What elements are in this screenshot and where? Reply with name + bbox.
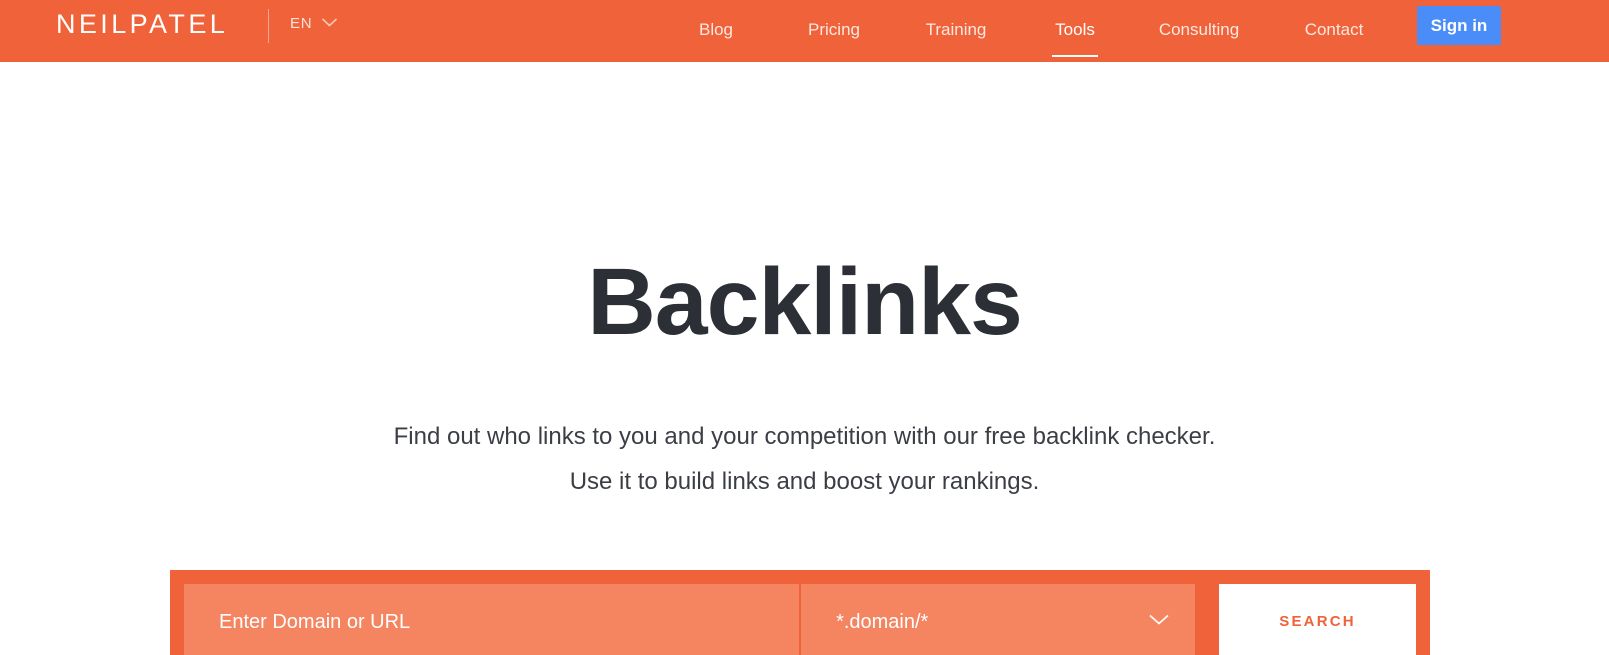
backlink-search-bar: *.domain/* SEARCH	[170, 570, 1430, 655]
nav-item-contact[interactable]: Contact	[1305, 18, 1364, 44]
search-scope-select[interactable]: *.domain/*	[801, 584, 1196, 655]
language-selector[interactable]: EN	[290, 14, 338, 34]
main-navigation: Blog Pricing Training Tools Consulting C…	[660, 0, 1404, 62]
header-divider	[268, 9, 269, 43]
page-title: Backlinks	[587, 249, 1023, 355]
language-label: EN	[290, 15, 313, 32]
nav-slot-blog: Blog	[660, 0, 772, 62]
nav-item-training[interactable]: Training	[926, 18, 987, 44]
page-subtitle: Find out who links to you and your compe…	[0, 414, 1609, 504]
domain-or-url-input[interactable]	[184, 584, 800, 655]
nav-slot-consulting: Consulting	[1134, 0, 1264, 62]
nav-item-pricing[interactable]: Pricing	[808, 18, 860, 44]
chevron-down-icon	[1148, 613, 1170, 632]
site-header: NEILPATEL EN Blog Pricing Training Tools…	[0, 0, 1609, 62]
nav-item-blog[interactable]: Blog	[699, 18, 733, 44]
active-tab-underline	[1052, 55, 1098, 57]
nav-slot-pricing: Pricing	[772, 0, 896, 62]
nav-slot-tools: Tools	[1016, 0, 1134, 62]
search-scope-selected-value: *.domain/*	[836, 611, 929, 633]
page-main: Backlinks Find out who links to you and …	[0, 62, 1609, 655]
nav-slot-contact: Contact	[1264, 0, 1404, 62]
search-submit-button[interactable]: SEARCH	[1219, 584, 1417, 655]
page-subtitle-line-1: Find out who links to you and your compe…	[393, 423, 1216, 450]
sign-in-button[interactable]: Sign in	[1417, 6, 1501, 45]
nav-slot-training: Training	[896, 0, 1016, 62]
nav-item-consulting[interactable]: Consulting	[1159, 18, 1239, 44]
page-subtitle-line-2: Use it to build links and boost your ran…	[569, 468, 1040, 495]
chevron-down-icon	[321, 15, 338, 33]
site-logo[interactable]: NEILPATEL	[56, 9, 228, 39]
nav-item-tools[interactable]: Tools	[1052, 18, 1098, 57]
